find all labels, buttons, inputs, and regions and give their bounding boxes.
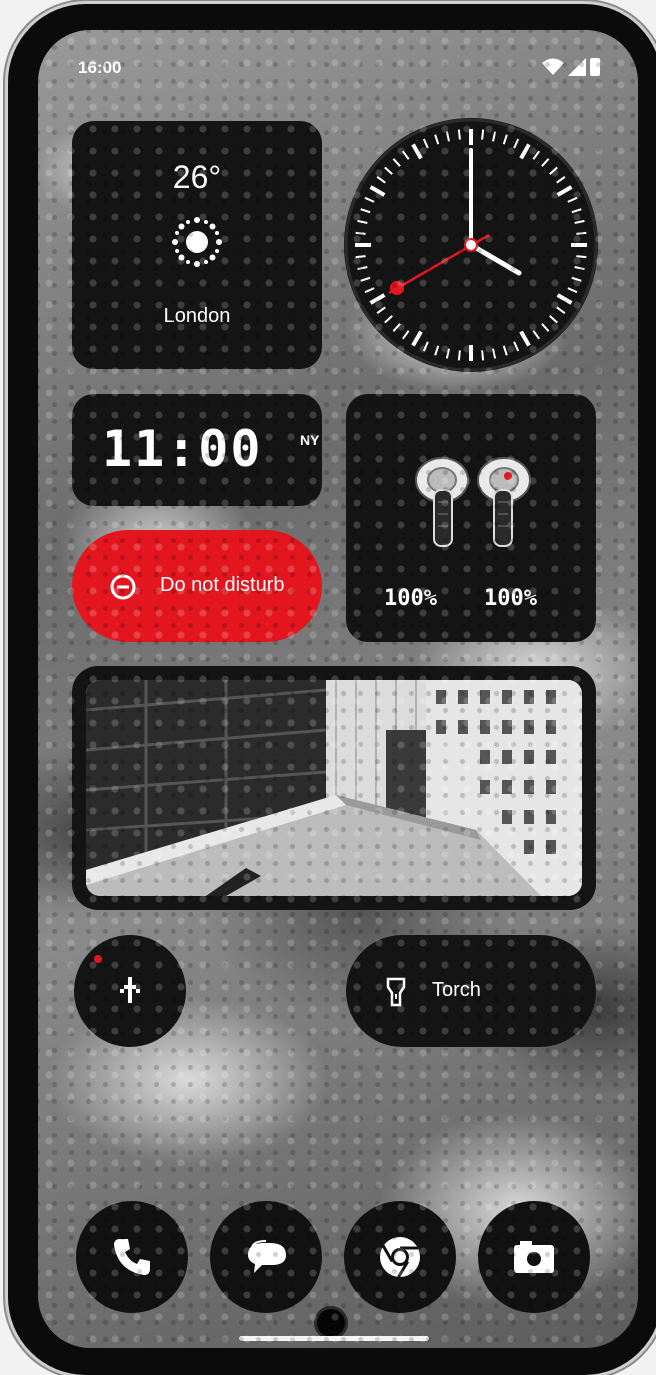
weather-city: London (163, 305, 231, 327)
battery-icon (590, 58, 600, 76)
front-camera (314, 1306, 348, 1340)
torch-label: Torch (432, 979, 481, 1001)
dock-chrome-button[interactable] (344, 1201, 456, 1313)
clock-minute-tick (481, 129, 485, 140)
status-bar-icons (542, 58, 600, 76)
signal-icon (568, 58, 586, 76)
dock-messages-button[interactable] (210, 1201, 322, 1313)
clock-minute-tick (576, 255, 587, 259)
do-not-disturb-tile[interactable]: Do not disturb (72, 530, 322, 642)
left-earbud-battery: 100% (384, 586, 437, 611)
phone-icon (114, 1239, 150, 1275)
clock-second-dot (390, 281, 404, 295)
camera-icon (514, 1241, 554, 1273)
stage: 16:00 26° London 11:00 NY 100% 100% Do n… (0, 0, 656, 1375)
weather-widget[interactable]: 26° London (72, 121, 322, 369)
earbuds-icon (415, 457, 531, 547)
home-screen: 16:00 26° London 11:00 NY 100% 100% Do n… (38, 30, 638, 1348)
messages-icon (248, 1240, 286, 1273)
upload-arrow-icon (120, 977, 140, 1003)
dock-phone-button[interactable] (76, 1201, 188, 1313)
world-clock-zone: NY (300, 432, 320, 448)
clock-minute-tick (457, 350, 461, 361)
sun-icon (172, 217, 222, 267)
camera-shortcut-widget[interactable] (74, 935, 186, 1047)
minus-circle-icon (110, 574, 136, 600)
clock-center (464, 238, 478, 252)
wifi-icon (542, 58, 564, 75)
gesture-bar[interactable] (239, 1336, 429, 1341)
clock-minute-tick (481, 350, 485, 361)
chrome-icon (380, 1237, 420, 1278)
dock-camera-button[interactable] (478, 1201, 590, 1313)
right-earbud-battery: 100% (484, 586, 537, 611)
photo-widget[interactable] (72, 666, 596, 910)
torch-tile[interactable]: Torch (346, 935, 596, 1047)
do-not-disturb-label: Do not disturb (160, 574, 285, 596)
clock-minute-tick (355, 231, 366, 235)
clock-minute-tick (576, 231, 587, 235)
notification-dot (94, 955, 102, 963)
earbuds-battery-widget[interactable]: 100% 100% (346, 394, 596, 642)
photo-image (86, 680, 582, 896)
clock-minute-tick (355, 255, 366, 259)
flashlight-icon (386, 977, 406, 1007)
world-clock-time: 11:00 (102, 420, 263, 478)
analog-clock-widget[interactable] (344, 118, 598, 372)
photo-icon (86, 680, 582, 896)
status-bar-time: 16:00 (78, 58, 122, 77)
world-clock-widget[interactable]: 11:00 NY (72, 394, 322, 506)
clock-minute-tick (457, 129, 461, 140)
weather-temperature: 26° (172, 159, 222, 195)
